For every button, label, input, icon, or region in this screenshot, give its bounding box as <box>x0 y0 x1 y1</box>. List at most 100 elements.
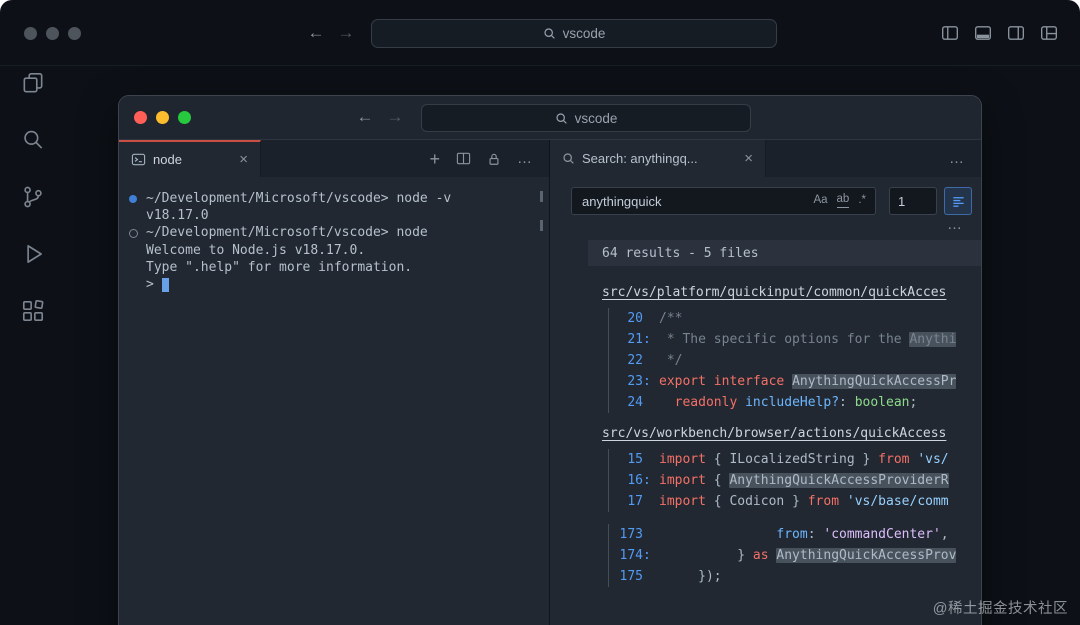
result-line[interactable]: 174: } as AnythingQuickAccessProv <box>609 545 981 566</box>
line-code: import { Codicon } from 'vs/base/comm <box>659 491 949 512</box>
toggle-panel-icon[interactable] <box>974 24 992 42</box>
line-code: */ <box>659 350 682 371</box>
command-center[interactable]: vscode <box>421 104 751 132</box>
prompt-decoration <box>127 228 139 237</box>
forward-button[interactable]: → <box>336 23 356 43</box>
code-token: */ <box>659 353 682 368</box>
search-results: src/vs/platform/quickinput/common/quickA… <box>550 266 981 625</box>
maximize-window-button[interactable] <box>178 111 191 124</box>
line-number: 15 <box>609 449 643 470</box>
close-tab-icon[interactable]: × <box>239 152 248 167</box>
result-line[interactable]: 22 */ <box>609 350 981 371</box>
context-lines-input[interactable] <box>898 194 928 209</box>
more-actions-icon[interactable]: … <box>949 151 965 166</box>
result-line[interactable]: 175 }); <box>609 566 981 587</box>
code-token: * The specific options for the <box>659 332 909 347</box>
line-number: 23 <box>609 371 643 392</box>
close-window-button[interactable] <box>24 27 37 40</box>
line-code: export interface AnythingQuickAccessPr <box>659 371 956 392</box>
line-match-colon: : <box>643 371 653 392</box>
back-button[interactable]: ← <box>355 107 375 127</box>
close-window-button[interactable] <box>134 111 147 124</box>
customize-layout-icon[interactable] <box>1040 24 1058 42</box>
split-editor-icon[interactable] <box>456 151 471 166</box>
file-link[interactable]: src/vs/platform/quickinput/common/quickA… <box>602 284 981 302</box>
code-token: { <box>706 494 729 509</box>
whole-word-toggle[interactable]: ab <box>837 194 850 208</box>
explorer-icon[interactable] <box>20 70 46 96</box>
close-tab-icon[interactable]: × <box>744 151 753 166</box>
result-line[interactable]: 173 from: 'commandCenter', <box>609 524 981 545</box>
code-token: from <box>878 452 909 467</box>
result-line[interactable]: 24 readonly includeHelp?: boolean; <box>609 392 981 413</box>
search-query-input[interactable] <box>582 194 804 209</box>
result-line[interactable]: 20/** <box>609 308 981 329</box>
result-line[interactable]: 15import { ILocalizedString } from 'vs/ <box>609 449 981 470</box>
back-button[interactable]: ← <box>306 23 326 43</box>
line-number: 174 <box>609 545 643 566</box>
source-control-icon[interactable] <box>20 184 46 210</box>
run-debug-icon[interactable] <box>20 241 46 267</box>
line-number: 20 <box>609 308 643 329</box>
results-summary: 64 results - 5 files <box>602 246 759 261</box>
minimize-window-button[interactable] <box>46 27 59 40</box>
code-token: { <box>706 452 729 467</box>
code-token: import <box>659 452 706 467</box>
tab-search-editor[interactable]: Search: anythingq... × <box>550 140 766 177</box>
code-token <box>706 374 714 389</box>
terminal-line: ~/Development/Microsoft/vscode> node -v <box>127 190 539 207</box>
file-link[interactable]: src/vs/workbench/browser/actions/quickAc… <box>602 425 981 443</box>
code-token: readonly <box>675 395 738 410</box>
tab-terminal-node[interactable]: node × <box>119 140 261 177</box>
maximize-window-button[interactable] <box>68 27 81 40</box>
activity-bar <box>0 66 66 625</box>
code-token: interface <box>714 374 784 389</box>
result-line[interactable]: 23: export interface AnythingQuickAccessP… <box>609 371 981 392</box>
regex-toggle[interactable]: .* <box>858 195 866 207</box>
command-center[interactable]: vscode <box>371 19 777 48</box>
code-block: 15import { ILocalizedString } from 'vs/1… <box>608 449 981 512</box>
code-token: } <box>784 494 807 509</box>
toggle-sidebar-left-icon[interactable] <box>941 24 959 42</box>
minimize-window-button[interactable] <box>156 111 169 124</box>
search-editor-pane: Search: anythingq... × … Aa ab .* <box>550 140 981 625</box>
extensions-icon[interactable] <box>20 298 46 324</box>
toggle-search-details-icon[interactable]: … <box>947 216 963 233</box>
forward-button[interactable]: → <box>385 107 405 127</box>
match-highlight: AnythingQuickAccessPr <box>792 374 956 389</box>
search-view-icon[interactable] <box>20 127 46 153</box>
code-token <box>659 527 776 542</box>
line-match-colon <box>643 566 653 587</box>
line-number: 22 <box>609 350 643 371</box>
terminal-text: v18.17.0 <box>146 207 209 224</box>
code-token: as <box>753 548 769 563</box>
editor-actions: … <box>949 140 981 177</box>
search-icon <box>543 27 556 40</box>
new-terminal-icon[interactable]: + <box>429 150 440 168</box>
line-match-colon <box>643 350 653 371</box>
search-icon <box>562 152 575 165</box>
search-editor-body: Aa ab .* … 64 results - 5 files src/vs/ <box>550 177 981 625</box>
code-token: ; <box>909 395 917 410</box>
match-case-toggle[interactable]: Aa <box>813 195 827 207</box>
search-query-box: Aa ab .* <box>571 187 876 215</box>
outer-window-controls <box>24 27 81 40</box>
macos-vscode-window: ← → vscode ← → <box>0 0 1080 625</box>
code-token: } <box>855 452 878 467</box>
lock-icon[interactable] <box>487 152 501 166</box>
open-results-list-button[interactable] <box>944 187 972 215</box>
more-actions-icon[interactable]: … <box>517 151 533 166</box>
code-token: import <box>659 494 706 509</box>
code-token: }); <box>659 569 722 584</box>
terminal-text: > <box>146 276 162 293</box>
terminal-content[interactable]: ~/Development/Microsoft/vscode> node -vv… <box>119 177 549 625</box>
result-line[interactable]: 16:import { AnythingQuickAccessProviderR <box>609 470 981 491</box>
result-line[interactable]: 21: * The specific options for the Anyth… <box>609 329 981 350</box>
result-line[interactable]: 17import { Codicon } from 'vs/base/comm <box>609 491 981 512</box>
code-token <box>659 395 675 410</box>
toggle-sidebar-right-icon[interactable] <box>1007 24 1025 42</box>
code-token: 'commandCenter' <box>823 527 940 542</box>
code-token: ILocalizedString <box>729 452 854 467</box>
result-block: src/vs/platform/quickinput/common/quickA… <box>550 284 981 413</box>
outer-titlebar: ← → vscode <box>0 0 1080 66</box>
